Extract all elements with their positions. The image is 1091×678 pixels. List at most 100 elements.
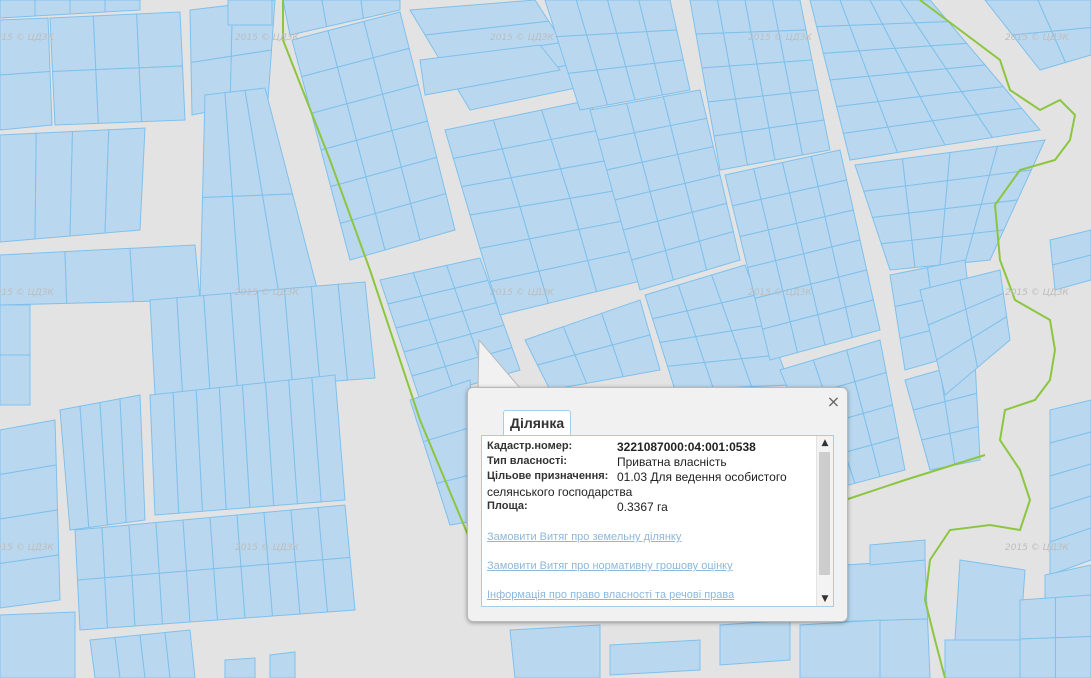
parcel[interactable] (51, 69, 99, 126)
parcel[interactable] (783, 59, 819, 94)
parcel[interactable] (269, 651, 296, 678)
parcel[interactable] (908, 208, 946, 241)
parcel[interactable] (719, 619, 791, 666)
parcel[interactable] (795, 119, 831, 156)
parcel[interactable] (317, 504, 351, 561)
parcel[interactable] (0, 554, 61, 609)
parcel[interactable] (101, 524, 133, 579)
field-value: Приватна власність (617, 455, 727, 469)
parcel[interactable] (0, 611, 76, 678)
parcel[interactable] (240, 563, 274, 619)
parcel[interactable] (209, 514, 242, 570)
parcel[interactable] (0, 509, 60, 565)
parcel[interactable] (95, 67, 143, 124)
parcel[interactable] (129, 244, 201, 303)
parcel[interactable] (944, 639, 1021, 678)
parcel[interactable] (863, 185, 910, 219)
parcel[interactable] (0, 354, 31, 406)
parcel[interactable] (845, 299, 881, 339)
parcel[interactable] (841, 559, 929, 623)
parcel[interactable] (104, 0, 141, 13)
order-land-extract-link[interactable]: Замовити Витяг про земельну ділянку (487, 531, 681, 543)
field-label: Площа: (487, 500, 528, 512)
parcel[interactable] (64, 247, 134, 304)
watermark-text: 2015 © ЦДЗК (1005, 288, 1069, 298)
parcel[interactable] (74, 526, 106, 581)
parcel[interactable] (854, 158, 907, 192)
scroll-up-icon[interactable]: ▲ (817, 436, 833, 450)
close-icon[interactable]: × (826, 394, 841, 410)
scrollbar-thumb[interactable] (819, 452, 830, 575)
parcel[interactable] (1055, 594, 1091, 639)
parcel[interactable] (789, 89, 825, 125)
parcel[interactable] (869, 539, 926, 566)
parcel[interactable] (213, 565, 246, 621)
parcel[interactable] (0, 0, 36, 19)
parcel[interactable] (267, 561, 301, 617)
field-label: Тип власності: (487, 455, 568, 467)
parcel[interactable] (911, 236, 944, 269)
parcel[interactable] (128, 521, 160, 577)
popup-content[interactable]: Кадастр.номер: 3221087000:04:001:0538 Ти… (481, 435, 834, 607)
parcel[interactable] (92, 13, 140, 71)
parcel[interactable] (136, 11, 184, 69)
parcel[interactable] (509, 624, 601, 678)
watermark-text: 2015 © ЦДЗК (748, 33, 812, 43)
parcel[interactable] (185, 568, 219, 623)
parcel[interactable] (104, 127, 146, 234)
watermark-text: 2015 © ЦДЗК (0, 33, 54, 43)
field-value: 0.3367 га (617, 500, 668, 514)
parcel[interactable] (949, 426, 981, 466)
parcel[interactable] (771, 0, 807, 32)
parcel[interactable] (0, 304, 31, 356)
parcel[interactable] (69, 129, 110, 237)
parcel[interactable] (0, 132, 37, 243)
field-purpose-continued: селянського господарства (487, 485, 633, 499)
parcel[interactable] (0, 17, 51, 76)
field-label: Кадастр.номер: (487, 440, 573, 452)
parcel[interactable] (799, 619, 881, 678)
parcel[interactable] (227, 0, 273, 26)
parcel[interactable] (131, 572, 164, 627)
watermark-text: 2015 © ЦДЗК (748, 288, 812, 298)
watermark-text: 2015 © ЦДЗК (235, 288, 299, 298)
watermark-text: 2015 © ЦДЗК (0, 543, 54, 553)
popup-scrollbar[interactable]: ▲ ▼ (816, 436, 833, 606)
ownership-info-link[interactable]: Інформація про право власності та речові… (487, 589, 734, 601)
scroll-down-icon[interactable]: ▼ (817, 592, 833, 606)
parcel[interactable] (236, 511, 269, 568)
parcel[interactable] (34, 130, 74, 240)
parcel[interactable] (69, 0, 106, 15)
parcel[interactable] (49, 15, 97, 73)
parcel[interactable] (0, 70, 53, 131)
parcel[interactable] (164, 629, 196, 678)
parcel[interactable] (76, 577, 109, 631)
parcel[interactable] (905, 180, 949, 214)
watermark-text: 2015 © ЦДЗК (0, 288, 54, 298)
tab-parcel[interactable]: Ділянка (503, 410, 572, 435)
parcel-info-popup: × Ділянка Кадастр.номер: 3221087000:04:0… (467, 387, 848, 622)
parcel[interactable] (294, 559, 329, 615)
parcel[interactable] (322, 556, 356, 613)
parcel[interactable] (1019, 596, 1056, 640)
parcel[interactable] (182, 516, 215, 572)
parcel[interactable] (609, 639, 701, 676)
parcel[interactable] (189, 4, 234, 64)
parcel[interactable] (104, 574, 136, 629)
parcel[interactable] (224, 657, 256, 678)
watermark-text: 2015 © ЦДЗК (235, 33, 299, 43)
parcel[interactable] (138, 65, 186, 123)
parcel[interactable] (34, 0, 71, 17)
parcel[interactable] (290, 506, 324, 563)
watermark-text: 2015 © ЦДЗК (1005, 33, 1069, 43)
parcel[interactable] (1019, 637, 1056, 678)
watermark-text: 2015 © ЦДЗК (490, 33, 554, 43)
watermark-text: 2015 © ЦДЗК (235, 543, 299, 553)
parcel[interactable] (954, 559, 1026, 641)
parcel[interactable] (1055, 635, 1091, 678)
parcel[interactable] (263, 509, 297, 565)
parcel[interactable] (155, 519, 188, 574)
parcel[interactable] (158, 570, 191, 625)
watermark-text: 2015 © ЦДЗК (1005, 543, 1069, 553)
order-valuation-extract-link[interactable]: Замовити Витяг про нормативну грошову оц… (487, 560, 733, 572)
